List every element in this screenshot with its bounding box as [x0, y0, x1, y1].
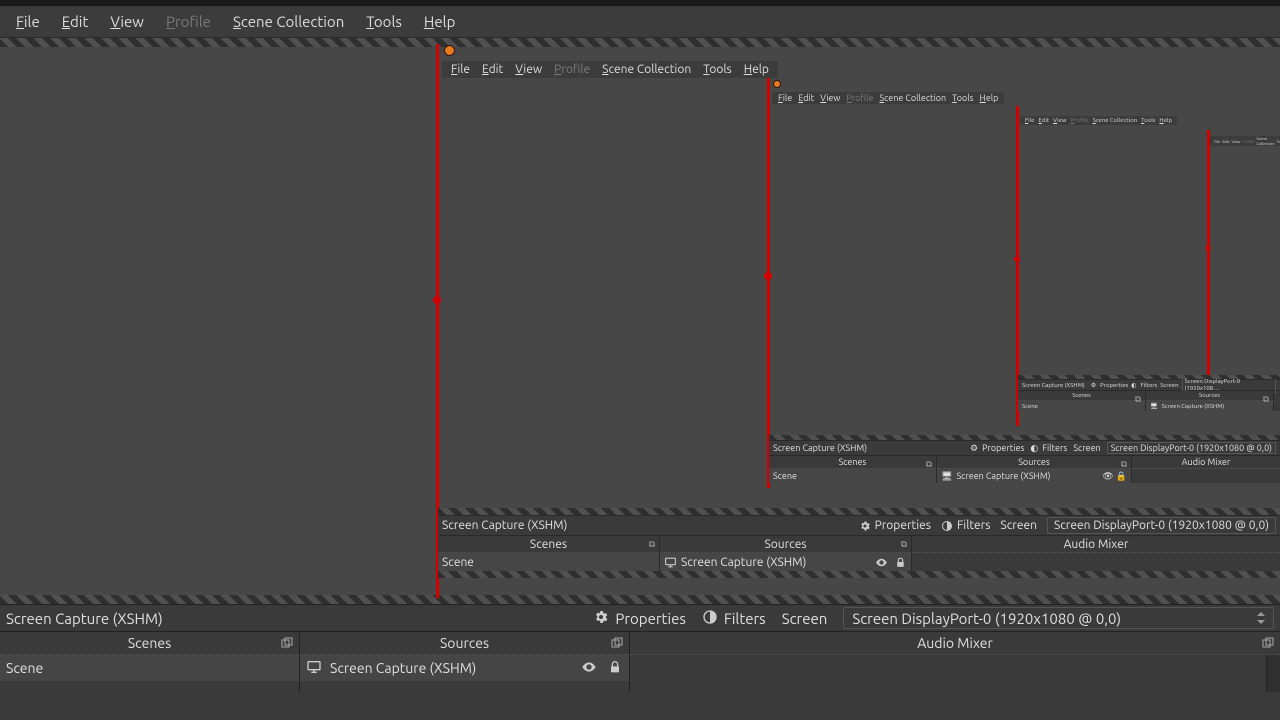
undock-icon — [1262, 636, 1274, 648]
source-item[interactable]: Screen Capture (XSHM) — [300, 655, 629, 681]
selection-border-4 — [1207, 130, 1210, 379]
selection-handle-1[interactable] — [433, 296, 441, 304]
sources-panel-head: Sources — [300, 632, 629, 655]
nested1-scene-item: Scene — [438, 553, 659, 571]
window-close-icon-2 — [773, 80, 781, 88]
preview-area[interactable]: FileEditView ProfileScene Collection Too… — [0, 38, 1280, 604]
source-info-bar: Screen Capture (XSHM) Properties Filters… — [0, 604, 1280, 632]
undock-icon — [281, 636, 293, 648]
nested-menubar-2: FileEditView ProfileScene Collection Too… — [772, 92, 1004, 104]
nested3-sources-head: Sources — [1199, 392, 1220, 399]
sources-title: Sources — [440, 635, 489, 651]
menu-scene-collection[interactable]: Scene Collection — [223, 9, 354, 34]
scenes-panel: Scenes Scene — [0, 632, 300, 692]
menu-edit[interactable]: Edit — [52, 9, 99, 34]
nested2-source: Screen Capture (XSHM) — [773, 443, 867, 453]
nested2-screen-value: Screen DisplayPort-0 (1920x1080 @ 0,0) — [1107, 442, 1276, 454]
dock-panels: Scenes Scene Sources Screen Capture (XSH… — [0, 632, 1280, 692]
monitor-icon — [306, 659, 322, 678]
screen-dropdown[interactable]: Screen DisplayPort-0 (1920x1080 @ 0,0) — [843, 607, 1274, 629]
nested-panels-2: Screen Capture (XSHM) ⚙ Properties ◐ Fil… — [769, 435, 1280, 483]
nested2-properties-btn: ⚙ Properties — [970, 443, 1024, 454]
scenes-panel-head: Scenes — [0, 632, 299, 655]
source-item-label: Screen Capture (XSHM) — [330, 660, 476, 676]
preview-hatch-bottom — [0, 595, 1280, 604]
scene-item-label: Scene — [6, 660, 43, 676]
scenes-undock-button[interactable] — [281, 636, 293, 652]
nested2-scene-item: Scene — [769, 469, 936, 483]
nested3-scenes-head: Scenes — [1072, 392, 1091, 399]
nested3-source: Screen Capture (XSHM) — [1022, 382, 1085, 389]
menu-profile[interactable]: Profile — [156, 9, 221, 34]
nested1-filters-btn: Filters — [941, 519, 990, 532]
filters-icon — [702, 609, 718, 628]
nested-panels-1: Screen Capture (XSHM) Properties Filters… — [438, 508, 1280, 578]
sources-undock-button[interactable] — [611, 636, 623, 652]
mixer-body — [630, 655, 1266, 692]
nested-menubar-3: FileEditView ProfileScene Collection Too… — [1020, 116, 1177, 125]
nested2-filters-btn: ◐ Filters — [1030, 443, 1067, 454]
nested2-screen-label: Screen — [1073, 443, 1100, 453]
scene-item[interactable]: Scene — [0, 655, 299, 681]
properties-label: Properties — [615, 610, 686, 627]
selected-source-name: Screen Capture (XSHM) — [6, 610, 163, 627]
nested1-source: Screen Capture (XSHM) — [442, 519, 567, 532]
nested1-properties-btn: Properties — [859, 519, 931, 532]
undock-icon — [611, 636, 623, 648]
menubar: FFileile Edit View Profile Scene Collect… — [0, 6, 1280, 38]
menu-tools[interactable]: Tools — [356, 9, 412, 34]
audio-mixer-panel: Audio Mixer — [630, 632, 1280, 692]
menu-file[interactable]: FFileile — [6, 9, 50, 34]
nested1-screen-value: Screen DisplayPort-0 (1920x1080 @ 0,0) — [1047, 517, 1276, 534]
scenes-title: Scenes — [128, 635, 171, 651]
sources-panel: Sources Screen Capture (XSHM) — [300, 632, 630, 692]
properties-button[interactable]: Properties — [593, 609, 686, 628]
mixer-scrollbar[interactable] — [1266, 655, 1280, 692]
selection-handle-3[interactable] — [1014, 256, 1020, 262]
nested-menubar-1: FileEditView ProfileScene Collection Too… — [442, 61, 778, 78]
nested2-sources-head: Sources — [1018, 457, 1050, 467]
menu-view[interactable]: View — [100, 9, 154, 34]
mixer-title: Audio Mixer — [917, 635, 993, 651]
nested-menubar-4: FileEditView ProfileScene Collection Too… — [1210, 136, 1280, 146]
nested-panels-3: Screen Capture (XSHM) ⚙ Properties ◐ Fil… — [1018, 375, 1280, 411]
preview-hatch-top — [0, 38, 1280, 47]
nested1-scenes-head: Scenes — [530, 538, 567, 551]
selection-handle-2[interactable] — [764, 272, 772, 280]
screen-dropdown-value: Screen DisplayPort-0 (1920x1080 @ 0,0) — [852, 610, 1121, 627]
nested3-properties-btn: ⚙ Properties — [1091, 382, 1129, 389]
screen-label: Screen — [782, 610, 828, 627]
nested1-sources-head: Sources — [764, 538, 806, 551]
mixer-panel-head: Audio Mixer — [630, 632, 1280, 655]
selection-handle-4[interactable] — [1206, 246, 1211, 251]
menu-help[interactable]: Help — [414, 9, 465, 34]
filters-button[interactable]: Filters — [702, 609, 766, 628]
gear-icon — [593, 609, 609, 628]
lock-icon[interactable] — [607, 659, 623, 678]
nested1-mixer-head: Audio Mixer — [1064, 538, 1129, 551]
nested2-scenes-head: Scenes — [839, 457, 867, 467]
nested3-filters-btn: ◐ Filters — [1131, 382, 1157, 389]
selection-border-2 — [767, 78, 770, 488]
nested3-screen-label: Screen — [1160, 382, 1178, 389]
filters-label: Filters — [724, 610, 766, 627]
eye-icon[interactable] — [581, 659, 597, 678]
nested1-screen-label: Screen — [1000, 519, 1037, 532]
window-close-icon-1 — [444, 45, 455, 56]
mixer-undock-button[interactable] — [1262, 636, 1274, 652]
